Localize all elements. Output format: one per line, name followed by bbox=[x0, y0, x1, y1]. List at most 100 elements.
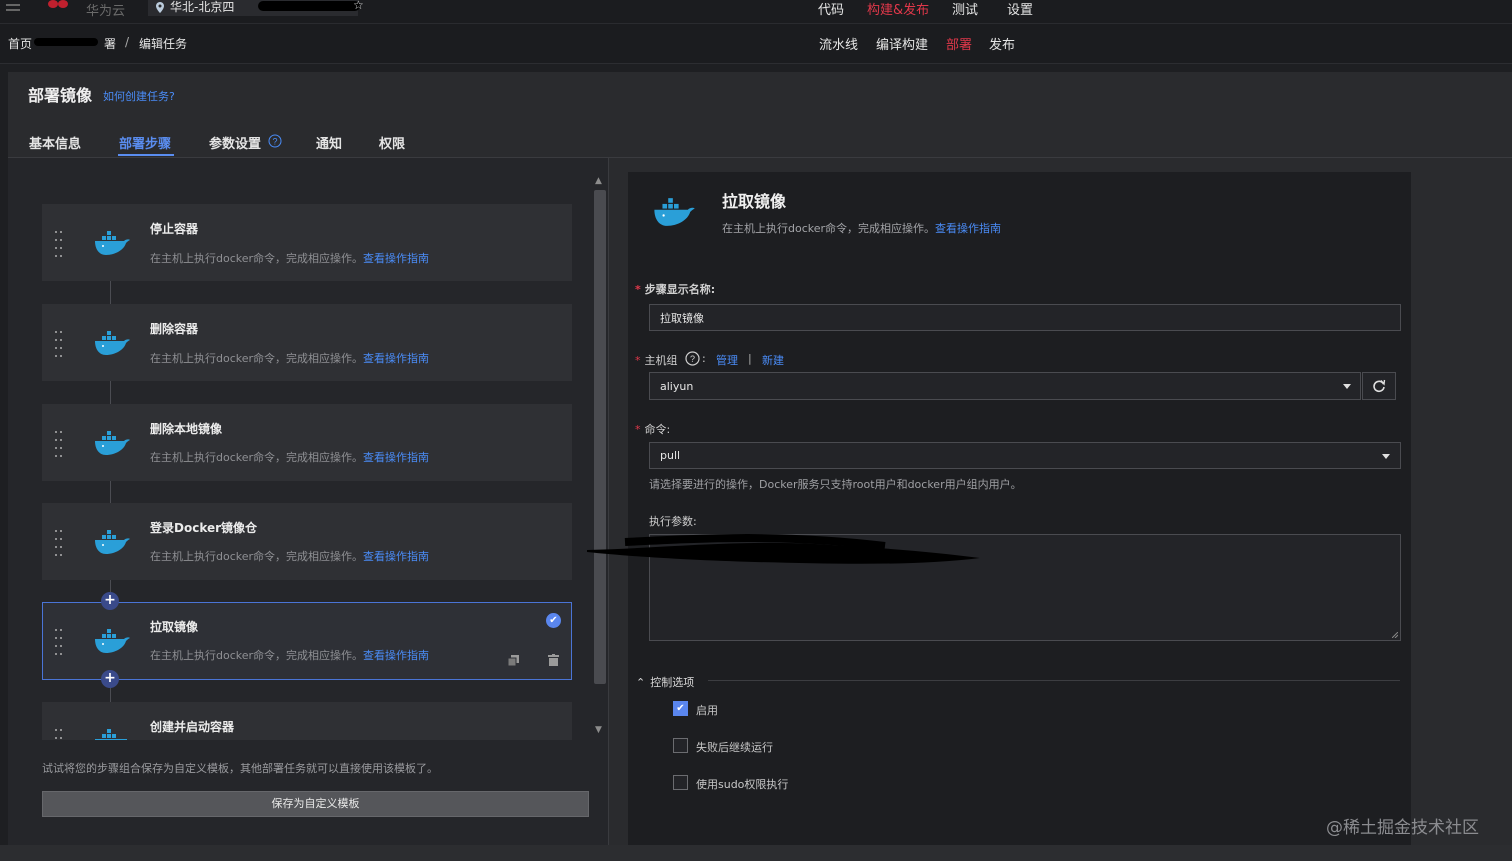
guide-link[interactable]: 查看操作指南 bbox=[363, 252, 429, 265]
watermark: @稀土掘金技术社区 bbox=[1326, 818, 1479, 838]
step-name: 创建并启动容器 bbox=[150, 720, 235, 734]
docker-icon bbox=[95, 629, 130, 653]
panel-divider bbox=[608, 158, 609, 861]
command-select[interactable]: pull bbox=[649, 442, 1401, 469]
new-link[interactable]: 新建 bbox=[762, 352, 784, 368]
question-help-icon[interactable]: ? bbox=[685, 351, 700, 366]
redaction-mark bbox=[34, 38, 98, 46]
enable-label: 启用 bbox=[696, 704, 718, 717]
step-name: 拉取镜像 bbox=[150, 620, 199, 634]
step-card-stop-container[interactable]: 停止容器 在主机上执行docker命令，完成相应操作。查看操作指南 bbox=[42, 204, 572, 281]
manage-link[interactable]: 管理 bbox=[716, 352, 738, 368]
subnav-deploy[interactable]: 部署 bbox=[946, 34, 972, 53]
topnav-code[interactable]: 代码 bbox=[818, 0, 844, 19]
step-card-delete-container[interactable]: 删除容器 在主机上执行docker命令，完成相应操作。查看操作指南 bbox=[42, 304, 572, 381]
link-separator: | bbox=[748, 352, 752, 365]
continue-on-failure-label: 失败后继续运行 bbox=[696, 741, 773, 754]
params-label: 执行参数: bbox=[649, 515, 697, 528]
step-card-create-start-container[interactable]: 创建并启动容器 bbox=[42, 702, 572, 740]
svg-text:?: ? bbox=[690, 354, 695, 364]
drag-handle-icon[interactable] bbox=[55, 431, 63, 457]
region-label: 华北-北京四 bbox=[170, 0, 235, 14]
topnav-build-release[interactable]: 构建&发布 bbox=[867, 0, 929, 19]
tab-parameters[interactable]: 参数设置 bbox=[209, 133, 261, 152]
step-desc-text: 在主机上执行docker命令，完成相应操作。 bbox=[150, 550, 364, 563]
step-detail-panel bbox=[628, 172, 1411, 861]
scroll-down-icon[interactable]: ▼ bbox=[595, 725, 602, 735]
step-name: 登录Docker镜像仓 bbox=[150, 521, 258, 535]
step-card-delete-local-image[interactable]: 删除本地镜像 在主机上执行docker命令，完成相应操作。查看操作指南 bbox=[42, 404, 572, 481]
refresh-button[interactable] bbox=[1362, 372, 1396, 400]
chevron-down-icon bbox=[1343, 384, 1351, 389]
step-name-value: 拉取镜像 bbox=[660, 311, 704, 325]
host-group-colon: : bbox=[702, 352, 706, 365]
step-name-label-text: 步骤显示名称: bbox=[644, 283, 716, 296]
command-help-text: 请选择要进行的操作，Docker服务只支持root用户和docker用户组内用户… bbox=[649, 478, 1022, 491]
tab-notifications[interactable]: 通知 bbox=[316, 133, 342, 152]
star-icon[interactable]: ☆ bbox=[353, 0, 364, 12]
guide-link[interactable]: 查看操作指南 bbox=[363, 550, 429, 563]
copy-icon[interactable] bbox=[508, 655, 519, 666]
tab-deploy-steps[interactable]: 部署步骤 bbox=[119, 133, 171, 152]
template-hint: 试试将您的步骤组合保存为自定义模板，其他部署任务就可以直接使用该模板了。 bbox=[42, 762, 438, 775]
section-divider bbox=[708, 680, 1400, 681]
required-mark: * bbox=[635, 423, 641, 436]
subnav-pipeline[interactable]: 流水线 bbox=[819, 34, 858, 53]
refresh-icon bbox=[1373, 379, 1386, 393]
guide-link[interactable]: 查看操作指南 bbox=[363, 451, 429, 464]
enable-checkbox[interactable]: ✔ bbox=[673, 701, 688, 716]
step-card-docker-login[interactable]: 登录Docker镜像仓 在主机上执行docker命令，完成相应操作。查看操作指南 bbox=[42, 503, 572, 580]
guide-link[interactable]: 查看操作指南 bbox=[363, 649, 429, 662]
step-connector bbox=[110, 381, 111, 405]
tab-basic-info[interactable]: 基本信息 bbox=[29, 133, 81, 152]
step-name-input[interactable]: 拉取镜像 bbox=[649, 304, 1401, 331]
control-options-label: 控制选项 bbox=[650, 676, 695, 689]
detail-guide-link[interactable]: 查看操作指南 bbox=[935, 222, 1001, 235]
drag-handle-icon[interactable] bbox=[55, 331, 63, 357]
tab-permissions[interactable]: 权限 bbox=[379, 133, 405, 152]
selected-check-icon: ✔ bbox=[546, 613, 561, 628]
chevron-up-icon: ⌃ bbox=[636, 676, 646, 689]
step-card-pull-image[interactable]: 拉取镜像 在主机上执行docker命令，完成相应操作。查看操作指南 bbox=[42, 602, 572, 680]
drag-handle-icon[interactable] bbox=[55, 729, 63, 739]
step-desc: 在主机上执行docker命令，完成相应操作。查看操作指南 bbox=[150, 647, 429, 663]
save-template-button[interactable]: 保存为自定义模板 bbox=[42, 791, 589, 817]
host-group-value: aliyun bbox=[660, 379, 694, 393]
docker-icon bbox=[95, 231, 130, 255]
detail-desc: 在主机上执行docker命令，完成相应操作。查看操作指南 bbox=[722, 220, 1001, 236]
bottom-strip bbox=[0, 845, 1512, 861]
step-desc-text: 在主机上执行docker命令，完成相应操作。 bbox=[150, 451, 364, 464]
svg-text:?: ? bbox=[272, 137, 277, 147]
sudo-checkbox[interactable] bbox=[673, 775, 688, 790]
subnav-compile-build[interactable]: 编译构建 bbox=[876, 34, 928, 53]
add-step-button[interactable]: + bbox=[101, 592, 119, 610]
step-desc-text: 在主机上执行docker命令，完成相应操作。 bbox=[150, 649, 364, 662]
drag-handle-icon[interactable] bbox=[55, 629, 63, 655]
trash-icon[interactable] bbox=[548, 654, 559, 666]
add-step-button[interactable]: + bbox=[101, 670, 119, 688]
guide-link[interactable]: 查看操作指南 bbox=[363, 352, 429, 365]
question-help-icon[interactable]: ? bbox=[268, 134, 282, 148]
drag-handle-icon[interactable] bbox=[55, 231, 63, 257]
location-pin-icon bbox=[156, 2, 164, 13]
step-name-label: * 步骤显示名称: bbox=[635, 281, 715, 297]
resize-grip-icon[interactable] bbox=[1392, 632, 1398, 638]
topnav-settings[interactable]: 设置 bbox=[1007, 0, 1033, 19]
hamburger-menu-icon[interactable] bbox=[6, 2, 22, 16]
command-value: pull bbox=[660, 449, 681, 462]
scroll-thumb[interactable] bbox=[594, 190, 606, 684]
topnav-test[interactable]: 测试 bbox=[952, 0, 978, 19]
control-options-toggle[interactable]: ⌃ 控制选项 bbox=[636, 674, 694, 690]
huawei-logo-icon[interactable] bbox=[44, 0, 72, 16]
top-navigation-bar: 华为云 华北-北京四 ☆ 代码 构建&发布 测试 设置 bbox=[0, 0, 1512, 24]
breadcrumb-home[interactable]: 首页 bbox=[8, 35, 32, 52]
drag-handle-icon[interactable] bbox=[55, 530, 63, 556]
active-tab-indicator bbox=[118, 154, 174, 156]
continue-on-failure-checkbox[interactable] bbox=[673, 738, 688, 753]
breadcrumb-task[interactable]: 署 bbox=[104, 35, 116, 52]
subnav-release[interactable]: 发布 bbox=[989, 34, 1015, 53]
scroll-up-icon[interactable]: ▲ bbox=[595, 176, 602, 186]
help-link[interactable]: 如何创建任务? bbox=[103, 88, 175, 104]
step-desc: 在主机上执行docker命令，完成相应操作。查看操作指南 bbox=[150, 449, 429, 465]
host-group-select[interactable]: aliyun bbox=[649, 372, 1361, 400]
